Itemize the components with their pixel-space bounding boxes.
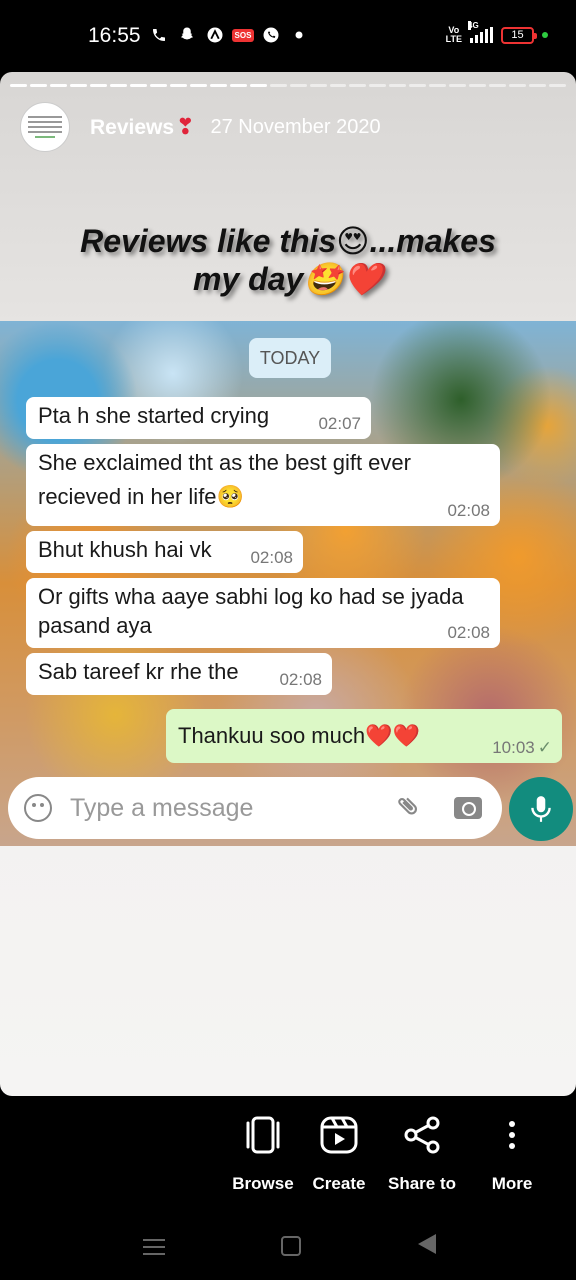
story-progress-segment [29, 84, 47, 87]
notification-icons: SOS [150, 26, 308, 44]
story-viewer[interactable]: Reviews❣ 27 November 2020 Reviews like t… [0, 72, 576, 1096]
reels-icon [294, 1110, 384, 1160]
story-header: Reviews❣ 27 November 2020 [20, 102, 381, 152]
share-icon [377, 1110, 467, 1160]
status-time: 16:55 [88, 24, 141, 47]
chat-message: Pta h she started crying 02:07 [26, 397, 371, 439]
battery-icon: 15 [501, 26, 537, 44]
dot-indicator-icon [290, 26, 308, 44]
system-nav-bar [0, 1228, 576, 1264]
more-label: More [491, 1174, 533, 1193]
message-input-placeholder: Type a message [70, 793, 254, 822]
phone-screen: 16:55 SOS Vo LTE 4G 15 Reviews❣ 27 Novem… [0, 0, 576, 1280]
story-progress-segment [449, 84, 467, 87]
message-time: 10:03 ✓ [492, 739, 552, 757]
home-icon[interactable] [281, 1236, 301, 1256]
story-progress-segment [269, 84, 287, 87]
share-label: Share to [387, 1174, 457, 1193]
story-progress-segment [109, 84, 127, 87]
microphone-icon [509, 777, 573, 841]
volte-icon: Vo LTE [445, 25, 462, 44]
caption-line-2: my day🤩❤️ [193, 261, 383, 297]
story-username-text: Reviews [90, 116, 175, 139]
message-text: She exclaimed tht as the best gift ever … [38, 450, 411, 509]
story-caption: Reviews like this😍...makes my day🤩❤️ [0, 222, 576, 298]
more-vertical-icon [467, 1110, 557, 1160]
story-actions-bar: Browse Create Share to More [0, 1110, 576, 1210]
message-text: Bhut khush hai vk [38, 537, 212, 562]
chat-message: Bhut khush hai vk 02:08 [26, 531, 303, 573]
story-progress-segment [129, 84, 147, 87]
battery-level: 15 [511, 29, 524, 41]
story-progress-segment [10, 84, 27, 87]
story-progress-segment [289, 84, 307, 87]
signal-strength-icon: 4G [468, 21, 493, 43]
story-progress-segment [229, 84, 247, 87]
message-text: Sab tareef kr rhe the [38, 659, 239, 684]
story-progress-segment [409, 84, 427, 87]
message-time: 02:08 [447, 623, 490, 642]
recent-apps-icon[interactable] [143, 1234, 165, 1260]
story-progress-segment [329, 84, 347, 87]
chat-message: Or gifts wha aaye sabhi log ko had se jy… [26, 578, 500, 648]
heart-icon: ❣ [176, 114, 195, 139]
message-text: Thankuu soo much❤️❤️ [178, 723, 420, 748]
sos-icon: SOS [231, 26, 255, 44]
message-input-bar: Type a message [8, 777, 502, 839]
emoji-icon [24, 794, 52, 822]
story-progress-segment [369, 84, 387, 87]
story-progress-segment [49, 84, 67, 87]
message-time: 02:07 [318, 414, 361, 433]
story-username[interactable]: Reviews❣ [90, 114, 195, 140]
chat-message: Sab tareef kr rhe the 02:08 [26, 653, 332, 695]
story-progress-segment [549, 84, 567, 87]
story-progress-segment [469, 84, 487, 87]
chat-message: She exclaimed tht as the best gift ever … [26, 444, 500, 526]
whatsapp-call-icon [262, 26, 280, 44]
story-progress-segment [169, 84, 187, 87]
story-progress-segment [489, 84, 507, 87]
story-progress-segment [389, 84, 407, 87]
story-progress-bar [10, 84, 567, 87]
back-icon[interactable] [418, 1234, 436, 1254]
story-progress-segment [209, 84, 227, 87]
chat-screenshot: TODAY Pta h she started crying 02:07 She… [0, 321, 576, 846]
message-time: 02:08 [279, 670, 322, 689]
story-progress-segment [89, 84, 107, 87]
camera-icon [454, 797, 482, 819]
more-button[interactable]: More [467, 1110, 557, 1194]
story-progress-segment [249, 84, 267, 87]
message-text: Or gifts wha aaye sabhi log ko had se jy… [38, 584, 464, 638]
date-separator: TODAY [249, 338, 331, 378]
caption-line-1: Reviews like this😍...makes [80, 223, 496, 259]
snapchat-icon [178, 26, 196, 44]
status-bar: 16:55 SOS Vo LTE 4G 15 [0, 0, 576, 76]
network-type-label: 4G [468, 21, 479, 30]
privacy-indicator-icon [542, 32, 548, 38]
message-time: 02:08 [447, 501, 490, 520]
create-button[interactable]: Create [294, 1110, 384, 1194]
chat-message-outgoing: Thankuu soo much❤️❤️ 10:03 ✓ [166, 709, 562, 763]
story-progress-segment [509, 84, 527, 87]
story-date: 27 November 2020 [210, 115, 381, 138]
story-progress-segment [529, 84, 547, 87]
share-button[interactable]: Share to [377, 1110, 467, 1194]
avatar[interactable] [20, 102, 70, 152]
phone-call-icon [150, 26, 168, 44]
story-progress-segment [309, 84, 327, 87]
create-label: Create [312, 1174, 366, 1193]
story-progress-segment [429, 84, 447, 87]
story-progress-segment [69, 84, 87, 87]
story-progress-segment [189, 84, 207, 87]
message-text: Pta h she started crying [38, 403, 270, 428]
sent-check-icon: ✓ [537, 738, 552, 757]
story-progress-segment [349, 84, 367, 87]
story-progress-segment [149, 84, 167, 87]
system-icons: Vo LTE 4G 15 [445, 21, 548, 44]
message-time: 02:08 [250, 548, 293, 567]
message-time-text: 10:03 [492, 738, 535, 757]
arc-app-icon [206, 26, 224, 44]
